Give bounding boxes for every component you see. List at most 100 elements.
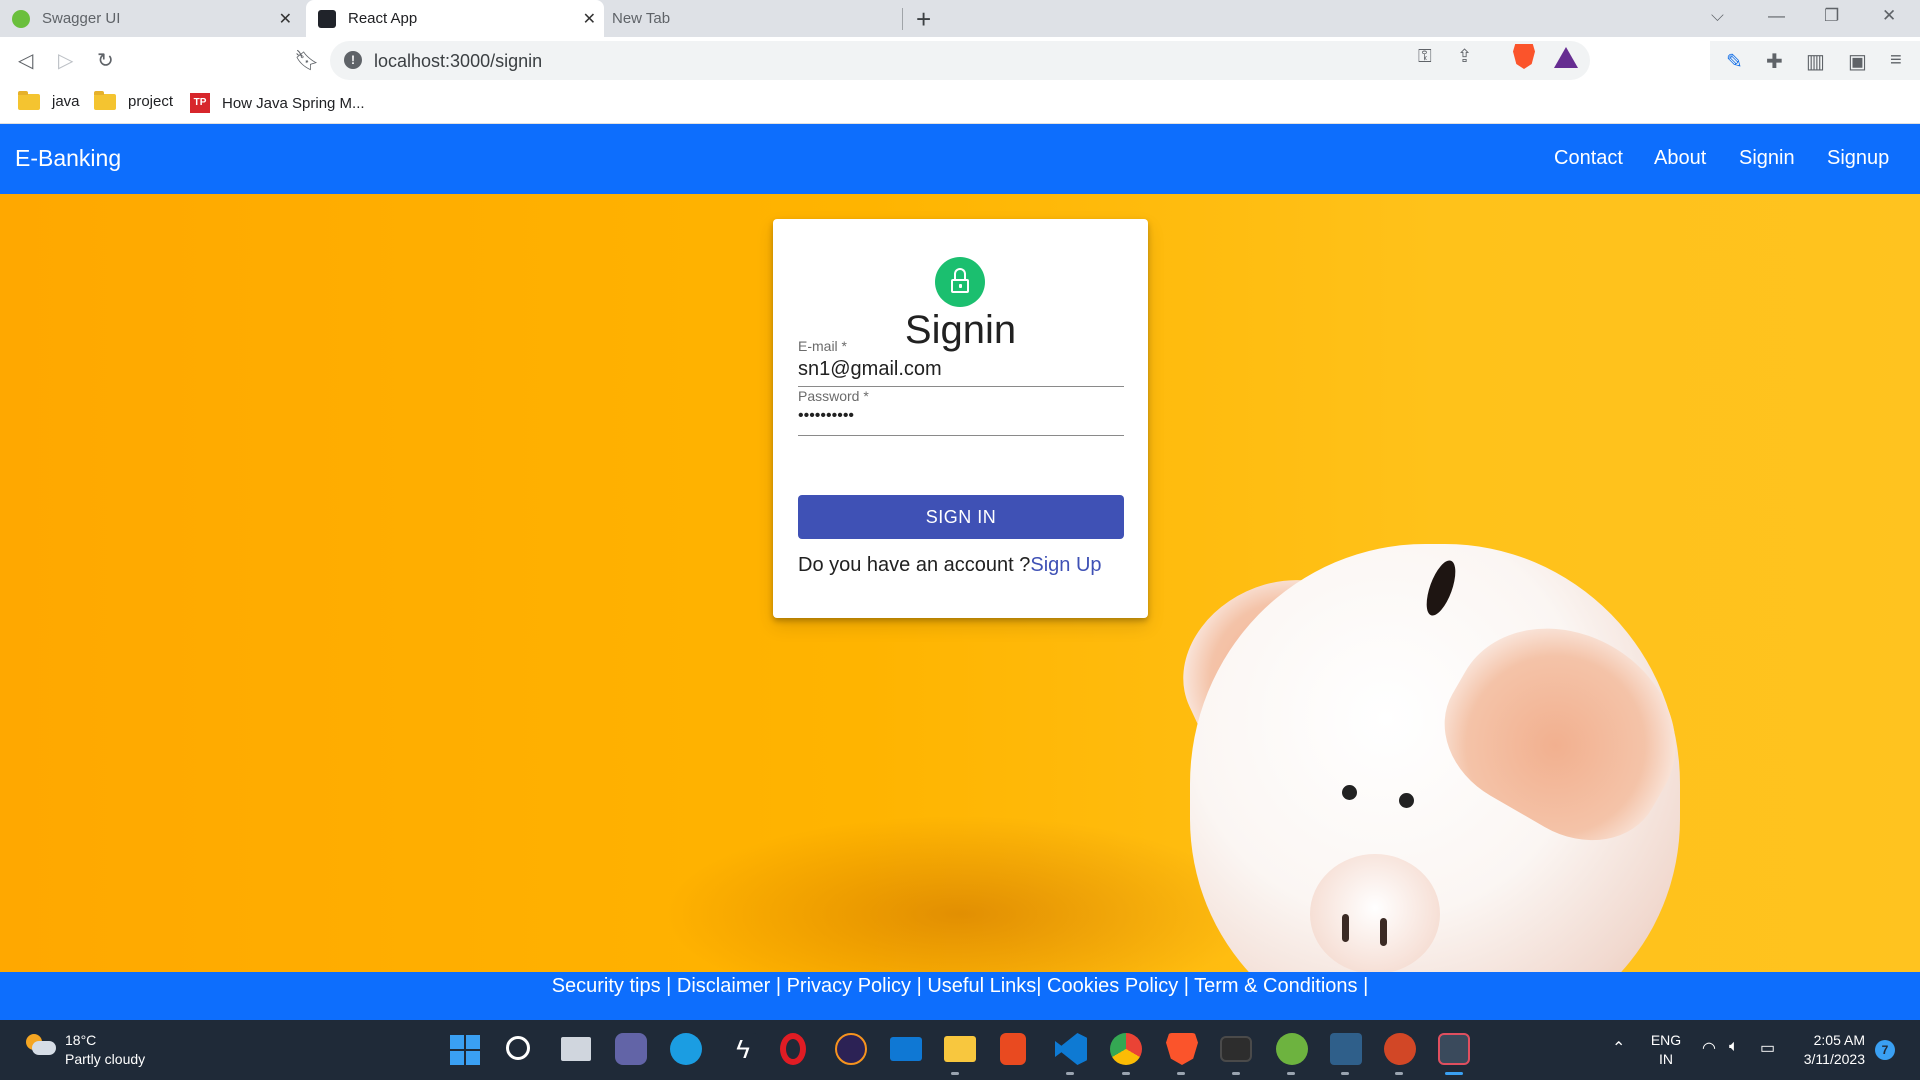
extensions-icon[interactable]: ✚ [1766, 49, 1783, 74]
email-field[interactable]: sn1@gmail.com [798, 358, 1124, 386]
edge-icon[interactable] [670, 1033, 702, 1065]
chrome-icon[interactable] [1110, 1033, 1142, 1065]
windows-taskbar: 18°C Partly cloudy ϟ ⌃ ENG IN ◠ 🔈︎ ▭ 2:0… [0, 1020, 1920, 1080]
battery-icon[interactable]: ▭ [1760, 1038, 1775, 1058]
running-indicator [1066, 1072, 1074, 1075]
teams-icon[interactable] [615, 1033, 647, 1065]
close-tab-icon[interactable]: ✕ [279, 9, 292, 29]
footer-links[interactable]: Security tips | Disclaimer | Privacy Pol… [0, 975, 1920, 998]
address-bar[interactable]: ! localhost:3000/signin [330, 41, 1590, 80]
language-indicator[interactable]: ENG [1650, 1032, 1682, 1048]
wifi-icon[interactable]: ◠ [1702, 1038, 1716, 1058]
running-indicator [1122, 1072, 1130, 1075]
clock-date[interactable]: 3/11/2023 [1795, 1051, 1865, 1067]
pen-icon[interactable]: ✎ [1726, 49, 1743, 74]
reload-icon[interactable]: ↻ [97, 48, 114, 73]
password-field[interactable]: •••••••••• [798, 407, 1124, 435]
brave-icon[interactable] [1166, 1033, 1198, 1065]
search-icon[interactable] [506, 1036, 530, 1060]
chevron-up-icon[interactable]: ⌃ [1612, 1038, 1625, 1058]
forward-icon[interactable]: ▷ [58, 48, 73, 73]
email-label: E-mail * [798, 338, 848, 354]
eclipse-icon[interactable] [835, 1033, 867, 1065]
opera-icon[interactable] [780, 1033, 806, 1065]
nav-contact[interactable]: Contact [1554, 147, 1623, 170]
tab-react-app[interactable]: React App ✕ [306, 0, 604, 37]
tab-separator [902, 8, 903, 30]
tp-icon: TP [190, 93, 210, 113]
close-window-icon[interactable]: ✕ [1882, 6, 1896, 26]
running-indicator [951, 1072, 959, 1075]
menu-icon[interactable]: ≡ [1890, 49, 1902, 72]
lock-icon [935, 257, 985, 307]
brand-logo[interactable]: E-Banking [15, 145, 121, 172]
close-tab-icon[interactable]: ✕ [583, 9, 596, 29]
tab-search-icon[interactable]: ⌵ [1711, 6, 1724, 26]
password-label: Password * [798, 388, 869, 404]
running-indicator [1232, 1072, 1240, 1075]
nav-signup[interactable]: Signup [1827, 147, 1889, 170]
tab-new-tab[interactable]: New Tab [600, 0, 900, 37]
weather-icon[interactable] [26, 1034, 56, 1056]
signup-link[interactable]: Sign Up [1030, 554, 1101, 576]
sidebar-icon[interactable]: ▥ [1806, 49, 1825, 74]
bookmark-java[interactable]: java [18, 90, 80, 110]
powerpoint-icon[interactable] [1384, 1033, 1416, 1065]
running-indicator [1177, 1072, 1185, 1075]
address-url[interactable]: localhost:3000/signin [374, 51, 542, 72]
bookmark-project[interactable]: project [94, 90, 173, 110]
account-prompt-text: Do you have an account ? [798, 554, 1031, 576]
sublime-icon[interactable]: ϟ [727, 1033, 759, 1065]
share-icon[interactable]: ⇪ [1457, 46, 1472, 67]
tab-strip: Swagger UI ✕ React App ✕ New Tab + ⌵ — ❐… [0, 0, 1920, 37]
tab-swagger-ui[interactable]: Swagger UI ✕ [0, 0, 300, 37]
bookmark-icon[interactable]: 🔖︎ [294, 48, 319, 73]
signin-button[interactable]: SIGN IN [798, 495, 1124, 539]
password-underline [798, 435, 1124, 436]
piggy-nostril [1342, 914, 1349, 942]
running-indicator [1341, 1072, 1349, 1075]
wallet-icon[interactable]: ▣ [1848, 49, 1867, 74]
running-indicator [1287, 1072, 1295, 1075]
bookmark-label: java [52, 93, 80, 110]
clock-time[interactable]: 2:05 AM [1795, 1032, 1865, 1048]
file-explorer-icon[interactable] [944, 1036, 976, 1062]
react-icon [318, 9, 336, 28]
browser-toolbar: ◁ ▷ ↻ 🔖︎ ! localhost:3000/signin ⚿ ⇪ ✎ ✚… [0, 37, 1920, 84]
terminal-icon[interactable] [1220, 1036, 1252, 1062]
restore-icon[interactable]: ❐ [1824, 6, 1839, 26]
piggy-nostril [1380, 918, 1387, 946]
region-indicator[interactable]: IN [1650, 1051, 1682, 1067]
tab-title: React App [348, 10, 418, 27]
plus-icon[interactable]: + [916, 4, 931, 35]
bookmark-java-spring[interactable]: TP How Java Spring M... [190, 93, 365, 113]
nav-signin[interactable]: Signin [1739, 147, 1795, 170]
snipping-tool-icon[interactable] [1438, 1033, 1470, 1065]
task-view-icon[interactable] [561, 1037, 591, 1061]
app-footer: Security tips | Disclaimer | Privacy Pol… [0, 972, 1920, 1020]
folder-icon [18, 90, 40, 110]
office-icon[interactable] [1000, 1033, 1026, 1065]
bookmarks-bar: java project TP How Java Spring M... [0, 84, 1920, 124]
volume-icon[interactable]: 🔈︎ [1729, 1038, 1739, 1056]
mysql-workbench-icon[interactable] [1330, 1033, 1362, 1065]
spring-icon[interactable] [1276, 1033, 1308, 1065]
weather-description[interactable]: Partly cloudy [65, 1051, 145, 1067]
back-icon[interactable]: ◁ [18, 48, 33, 73]
key-icon[interactable]: ⚿ [1418, 46, 1432, 67]
app-navbar: E-Banking Contact About Signin Signup [0, 124, 1920, 194]
site-info-icon[interactable]: ! [344, 51, 362, 69]
mail-icon[interactable] [890, 1037, 922, 1061]
extensions-area: ✎ ✚ ▥ ▣ ≡ [1710, 41, 1920, 80]
folder-icon [94, 90, 116, 110]
vscode-icon[interactable] [1055, 1033, 1087, 1065]
minimize-icon[interactable]: — [1768, 6, 1785, 26]
tab-title: Swagger UI [42, 10, 121, 27]
notification-badge[interactable]: 7 [1875, 1040, 1895, 1060]
brave-rewards-icon[interactable] [1554, 47, 1578, 68]
nav-about[interactable]: About [1654, 147, 1706, 170]
windows-start-icon[interactable] [450, 1035, 480, 1065]
weather-temperature[interactable]: 18°C [65, 1032, 96, 1048]
account-prompt: Do you have an account ?Sign Up [798, 554, 1102, 577]
running-indicator [1395, 1072, 1403, 1075]
